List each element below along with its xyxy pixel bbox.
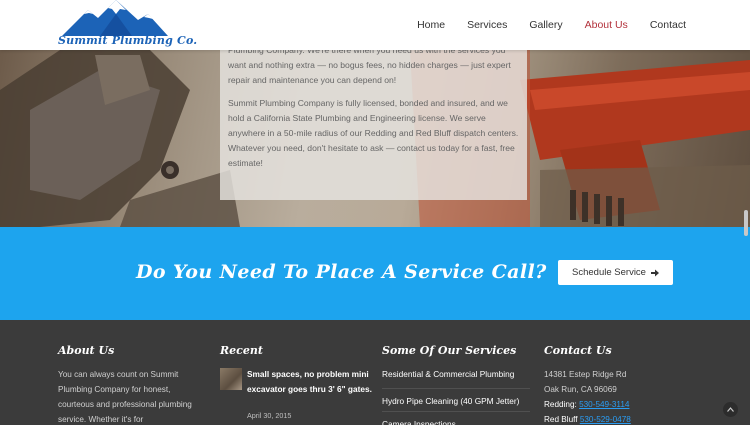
red-bluff-phone-link[interactable]: 530-529-0478 [580,415,631,424]
schedule-service-button[interactable]: Schedule Service [558,260,673,285]
nav-services[interactable]: Services [467,19,507,31]
page-scrollbar[interactable] [744,210,748,236]
arrow-right-icon [650,269,659,276]
scroll-to-top-button[interactable] [723,402,738,417]
red-bluff-label: Red Bluff [544,415,578,424]
site-footer: About Us You can always count on Summit … [0,320,750,425]
site-header: Summit Plumbing Co. Home Services Galler… [0,0,750,50]
recent-post-date: April 30, 2015 [247,411,292,420]
footer-services-title: Some Of Our Services [382,344,517,357]
main-nav: Home Services Gallery About Us Contact [395,0,686,50]
footer-contact-info: 14381 Estep Ridge Rd Oak Run, CA 96069 R… [544,367,631,425]
hero-text-box: Plumbing Company. We're there when you n… [220,50,527,200]
nav-gallery[interactable]: Gallery [529,19,562,31]
nav-contact[interactable]: Contact [650,19,686,31]
service-link-residential[interactable]: Residential & Commercial Plumbing [382,366,530,389]
nav-about-us[interactable]: About Us [585,19,628,31]
schedule-service-label: Schedule Service [572,267,646,278]
footer-recent-title: Recent [220,344,263,357]
logo[interactable]: Summit Plumbing Co. [56,0,197,50]
footer-contact-title: Contact Us [544,344,612,357]
footer-about-text: You can always count on Summit Plumbing … [58,370,192,424]
recent-post-title[interactable]: Small spaces, no problem mini excavator … [247,367,397,397]
logo-text: Summit Plumbing Co. [58,34,198,47]
redding-label: Redding: [544,400,577,409]
service-link-hydro-jetter[interactable]: Hydro Pipe Cleaning (40 GPM Jetter) [382,389,530,412]
footer-about-title: About Us [58,344,115,357]
hero-paragraph-1: Plumbing Company. We're there when you n… [228,50,511,85]
service-link-camera-inspections[interactable]: Camera Inspections [382,412,530,425]
mountain-logo-icon [62,0,168,36]
contact-address-line-1: 14381 Estep Ridge Rd [544,370,627,379]
hero-section: Plumbing Company. We're there when you n… [0,50,750,227]
nav-home[interactable]: Home [417,19,445,31]
redding-phone-link[interactable]: 530-549-3114 [579,400,629,409]
footer-services-list: Residential & Commercial Plumbing Hydro … [382,366,530,425]
hero-paragraph-2: Summit Plumbing Company is fully license… [228,98,519,168]
service-call-banner: Do You Need To Place A Service Call? Sch… [0,227,750,320]
chevron-up-icon [727,407,734,412]
recent-post-thumbnail[interactable] [220,368,242,390]
contact-address-line-2: Oak Run, CA 96069 [544,385,617,394]
cta-title: Do You Need To Place A Service Call? [136,261,547,283]
